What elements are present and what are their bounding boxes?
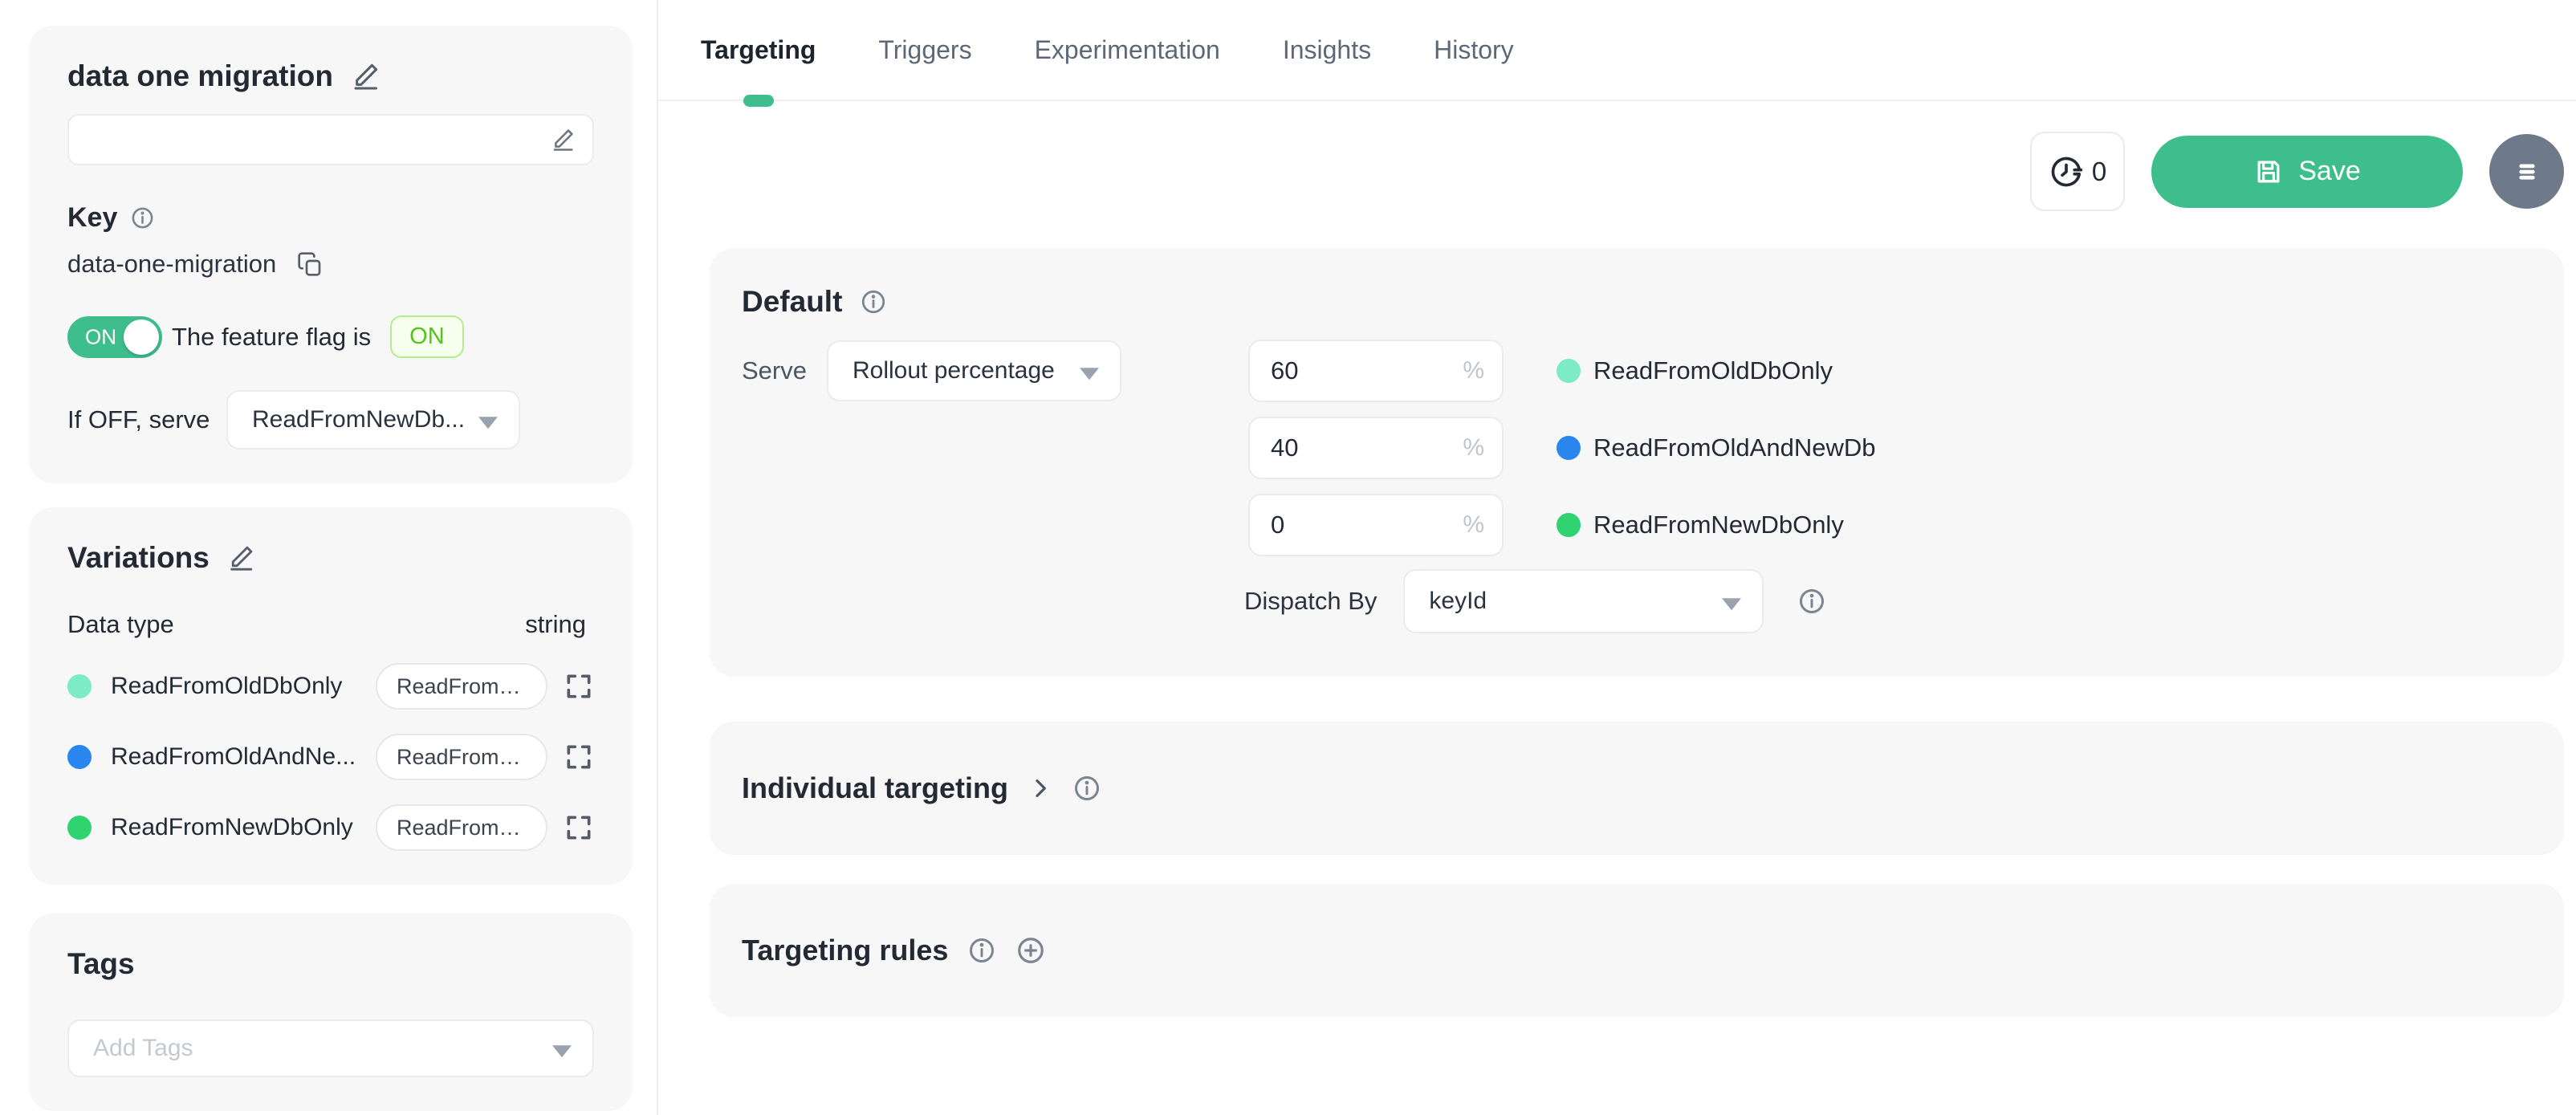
dispatch-by-select[interactable]: keyId [1403, 569, 1764, 633]
rollout-variation-name: ReadFromOldDbOnly [1593, 356, 1833, 385]
caret-down-icon [1722, 598, 1741, 610]
tags-heading: Tags [67, 947, 594, 981]
toggle-knob [124, 319, 159, 355]
targeting-rules-card: Targeting rules [710, 884, 2564, 1017]
pending-changes-count: 0 [2092, 157, 2106, 187]
variation-value-chip[interactable]: ReadFromO... [376, 734, 547, 780]
variation-color-dot [67, 674, 92, 698]
variation-name: ReadFromOldDbOnly [111, 673, 376, 700]
add-tags-placeholder: Add Tags [93, 1035, 193, 1062]
individual-targeting-card[interactable]: Individual targeting [710, 722, 2564, 855]
rollout-percent-input[interactable]: % [1248, 417, 1504, 479]
variation-name: ReadFromOldAndNe... [111, 743, 376, 771]
percent-suffix: % [1463, 434, 1484, 462]
tab-experimentation[interactable]: Experimentation [1035, 0, 1220, 100]
dispatch-by-label: Dispatch By [1244, 587, 1377, 616]
feature-flag-toggle[interactable]: ON [67, 316, 162, 358]
edit-variations-icon[interactable] [227, 544, 254, 572]
flag-info-card: data one migration Key data-one-migratio… [29, 26, 633, 483]
variation-value-chip[interactable]: ReadFromN... [376, 804, 547, 851]
actions-bar: 0 Save [710, 132, 2564, 211]
data-type-value: string [525, 610, 586, 639]
variation-color-dot [1557, 513, 1581, 537]
active-tab-indicator [743, 95, 774, 107]
clock-history-icon [2049, 154, 2084, 189]
tab-insights[interactable]: Insights [1283, 0, 1371, 100]
save-button[interactable]: Save [2151, 136, 2463, 208]
toggle-state-label: ON [85, 324, 116, 349]
dispatch-by-value: keyId [1429, 588, 1487, 615]
serve-type-value: Rollout percentage [853, 357, 1055, 385]
expand-icon[interactable] [564, 812, 594, 843]
chevron-right-icon[interactable] [1028, 775, 1053, 801]
individual-targeting-info-icon[interactable] [1072, 774, 1101, 803]
variations-heading: Variations [67, 541, 210, 575]
percent-field[interactable] [1250, 356, 1426, 385]
expand-icon[interactable] [564, 671, 594, 702]
serve-type-select[interactable]: Rollout percentage [827, 340, 1121, 401]
percent-suffix: % [1463, 357, 1484, 385]
more-menu-button[interactable] [2489, 134, 2564, 209]
add-tags-select[interactable]: Add Tags [67, 1019, 594, 1077]
hamburger-menu-icon [2510, 155, 2544, 189]
variation-color-dot [67, 816, 92, 840]
copy-key-icon[interactable] [297, 251, 323, 277]
percent-field[interactable] [1250, 511, 1426, 539]
tab-triggers[interactable]: Triggers [878, 0, 971, 100]
if-off-serve-value: ReadFromNewDb... [252, 406, 465, 433]
flag-title: data one migration [67, 59, 333, 93]
default-heading: Default [742, 285, 842, 319]
edit-title-icon[interactable] [351, 62, 380, 91]
rollout-percent-input[interactable]: % [1248, 494, 1504, 556]
edit-description-icon[interactable] [551, 128, 575, 152]
if-off-serve-select[interactable]: ReadFromNewDb... [226, 390, 520, 450]
if-off-serve-label: If OFF, serve [67, 405, 226, 434]
rollout-variation-name: ReadFromNewDbOnly [1593, 511, 1844, 539]
serve-label: Serve [742, 356, 827, 385]
tabbar: Targeting Triggers Experimentation Insig… [658, 0, 2576, 101]
variation-value-chip[interactable]: ReadFromO... [376, 663, 547, 710]
default-info-icon[interactable] [860, 288, 887, 315]
tags-card: Tags Add Tags [29, 914, 633, 1111]
rollout-variation-name: ReadFromOldAndNewDb [1593, 433, 1875, 462]
rollout-percent-input[interactable]: % [1248, 340, 1504, 402]
caret-down-icon [552, 1045, 572, 1057]
key-info-icon[interactable] [130, 206, 155, 230]
pending-changes-button[interactable]: 0 [2030, 132, 2125, 211]
flag-key-value: data-one-migration [67, 250, 276, 279]
flag-description-input[interactable] [67, 114, 594, 165]
targeting-rules-info-icon[interactable] [967, 936, 996, 965]
key-heading: Key [67, 202, 117, 234]
flag-status-text: The feature flag is [172, 323, 371, 352]
expand-icon[interactable] [564, 742, 594, 772]
variation-color-dot [1557, 436, 1581, 460]
caret-down-icon [1080, 368, 1099, 380]
tab-targeting[interactable]: Targeting [701, 0, 816, 100]
main-panel: Targeting Triggers Experimentation Insig… [658, 0, 2576, 1115]
default-rule-card: Default Serve Rollout percentage % ReadF… [710, 248, 2564, 677]
percent-suffix: % [1463, 511, 1484, 539]
add-rule-icon[interactable] [1015, 935, 1046, 966]
variation-color-dot [67, 745, 92, 769]
variation-color-dot [1557, 359, 1581, 383]
caret-down-icon [478, 417, 498, 429]
sidebar: data one migration Key data-one-migratio… [0, 0, 658, 1115]
data-type-label: Data type [67, 610, 174, 639]
variations-card: Variations Data type string ReadFromOldD… [29, 507, 633, 885]
save-icon [2253, 157, 2284, 187]
variation-row: ReadFromOldDbOnly ReadFromO... [67, 663, 594, 710]
variation-row: ReadFromOldAndNe... ReadFromO... [67, 734, 594, 780]
individual-targeting-heading: Individual targeting [742, 771, 1008, 805]
variation-row: ReadFromNewDbOnly ReadFromN... [67, 804, 594, 851]
feature-flag-page: data one migration Key data-one-migratio… [0, 0, 2576, 1115]
variation-name: ReadFromNewDbOnly [111, 814, 376, 841]
flag-status-badge: ON [390, 315, 464, 358]
percent-field[interactable] [1250, 433, 1426, 462]
targeting-rules-heading: Targeting rules [742, 934, 948, 967]
dispatch-info-icon[interactable] [1797, 587, 1826, 616]
tab-history[interactable]: History [1434, 0, 1514, 100]
